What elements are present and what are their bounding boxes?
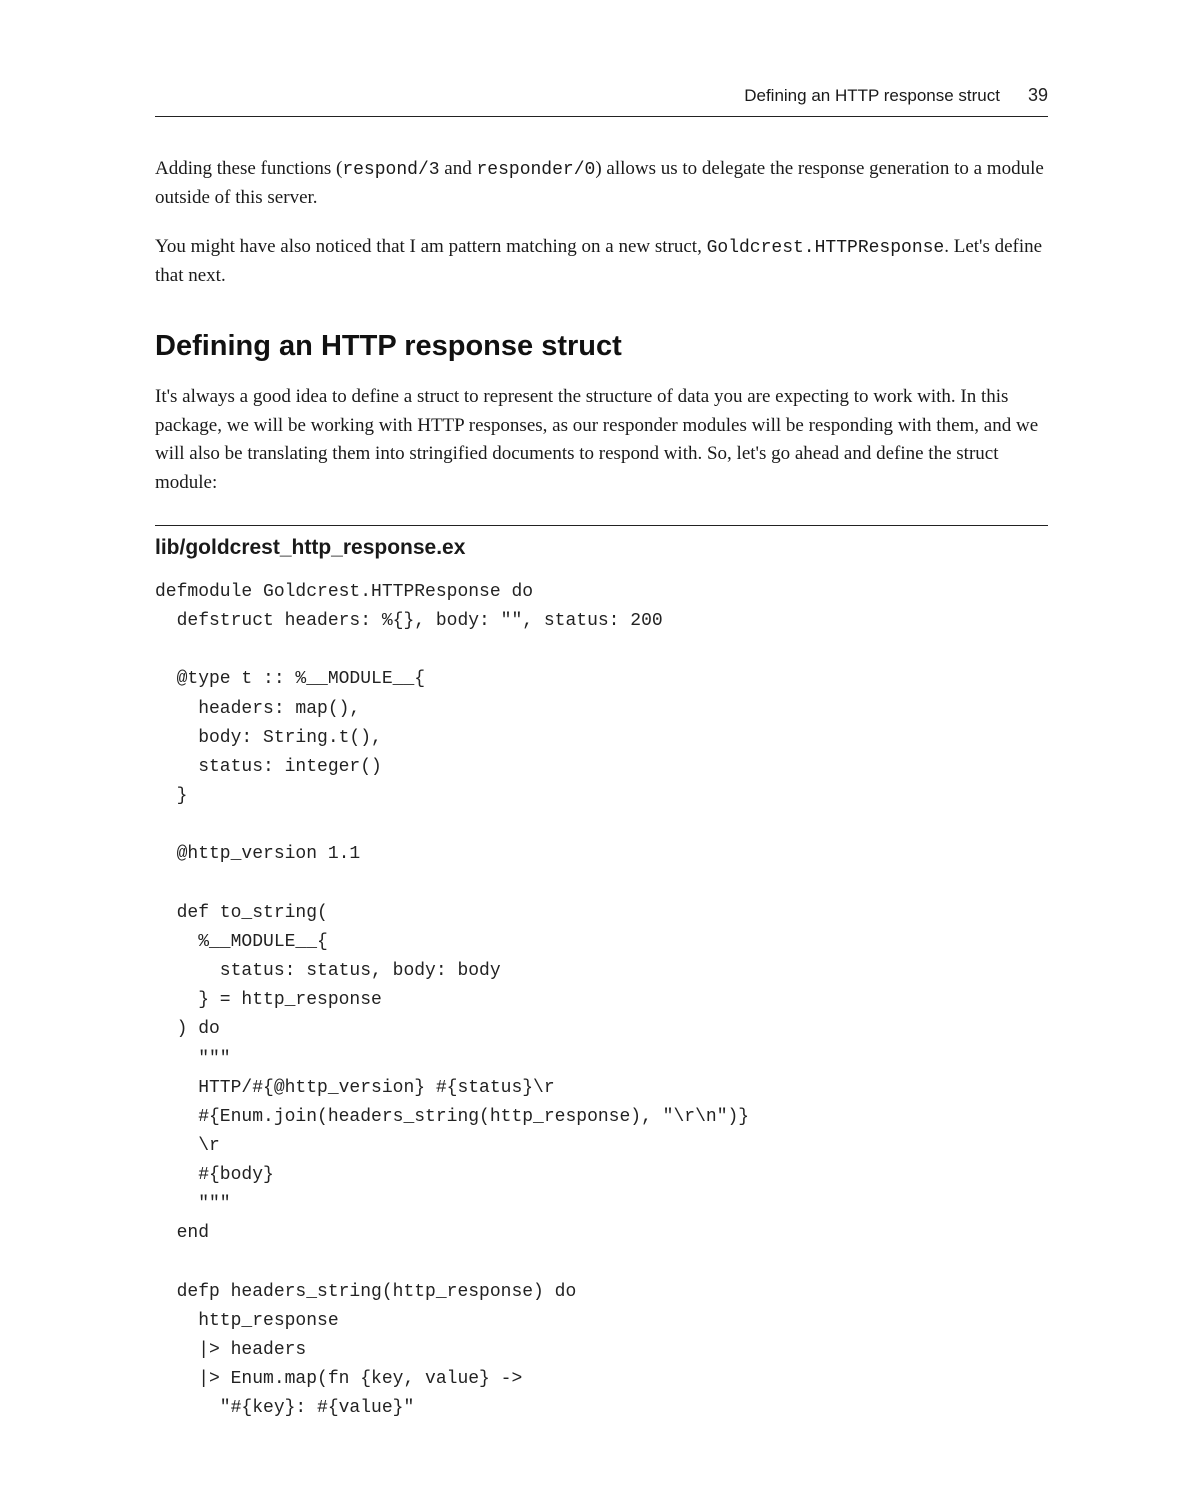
page-number: 39 [1028,85,1048,106]
header-rule [155,116,1048,117]
code-caption-rule [155,525,1048,526]
text-span: You might have also noticed that I am pa… [155,236,707,257]
inline-code: responder/0 [476,160,595,180]
text-span: and [440,158,477,179]
running-header: Defining an HTTP response struct 39 [155,85,1048,106]
paragraph-2: You might have also noticed that I am pa… [155,233,1048,291]
inline-code: respond/3 [342,160,439,180]
section-heading: Defining an HTTP response struct [155,330,1048,363]
paragraph-1: Adding these functions (respond/3 and re… [155,155,1048,213]
running-title: Defining an HTTP response struct [744,86,1000,106]
code-block: defmodule Goldcrest.HTTPResponse do defs… [155,578,1048,1424]
code-caption: lib/goldcrest_http_response.ex [155,536,1048,560]
page: Defining an HTTP response struct 39 Addi… [0,0,1203,1500]
paragraph-3: It's always a good idea to define a stru… [155,383,1048,497]
text-span: Adding these functions ( [155,158,342,179]
inline-code: Goldcrest.HTTPResponse [707,238,945,258]
